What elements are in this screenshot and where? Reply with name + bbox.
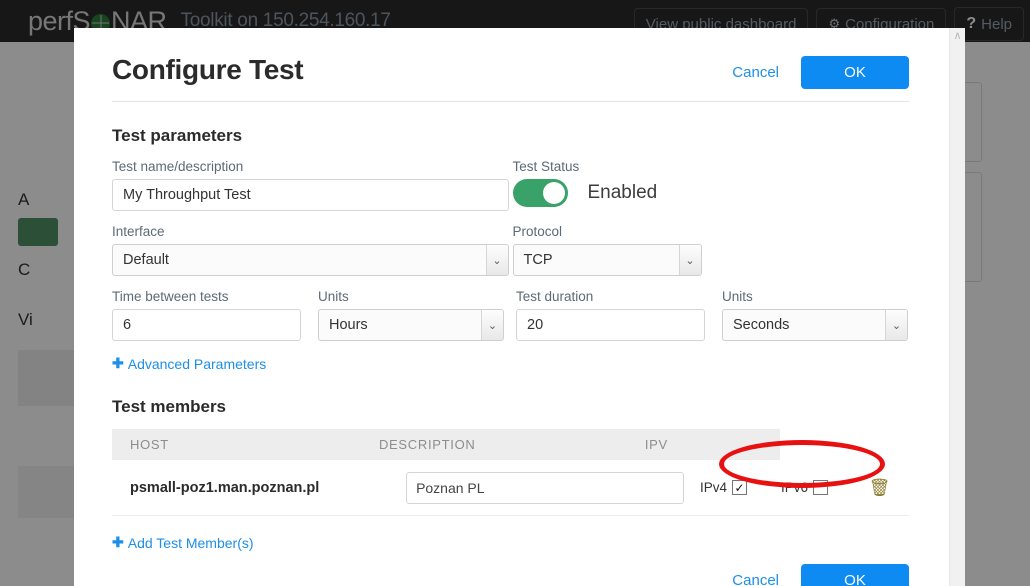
test-duration-label: Test duration [516, 289, 594, 304]
interface-select[interactable]: Default [112, 244, 509, 276]
interface-select-value: Default [123, 252, 169, 268]
test-members-heading: Test members [112, 397, 227, 416]
protocol-select-value: TCP [523, 252, 553, 268]
protocol-select-wrap: TCP ⌄ [512, 244, 702, 276]
time-between-units-label: Units [318, 289, 349, 304]
footer-actions: Cancel OK [112, 564, 909, 586]
table-header-row: HOST DESCRIPTION IPV [112, 429, 780, 460]
ipv4-checkbox-item[interactable]: IPv4 ✓ [700, 480, 747, 495]
test-name-input[interactable] [112, 179, 509, 211]
parameters-row-2: Interface Default ⌄ Protocol TCP ⌄ [112, 211, 909, 276]
page-title: Configure Test [112, 54, 304, 85]
add-test-member-label: Add Test Member(s) [127, 534, 254, 551]
time-between-units-value: Hours [329, 317, 368, 333]
test-status-row: Enabled [512, 179, 910, 207]
test-status-value: Enabled [587, 182, 658, 203]
trash-icon[interactable]: 🗑 [869, 478, 891, 498]
ipv4-label: IPv4 [699, 480, 727, 495]
time-between-units-select[interactable]: Hours [318, 309, 504, 341]
ipv6-checkbox-item[interactable]: IPv6 [781, 480, 829, 495]
member-description-input[interactable] [406, 471, 685, 504]
member-host-name: psmall-poz1.man.poznan.pl [130, 479, 320, 496]
test-duration-units-value: Seconds [733, 317, 790, 333]
member-description-cell [406, 471, 692, 504]
member-host-cell: psmall-poz1.man.poznan.pl [112, 479, 406, 497]
modal-body: Configure Test Cancel OK Test parameters… [74, 28, 949, 586]
modal-scrollbar[interactable]: ∧ [949, 28, 965, 586]
time-between-tests-group: Time between tests [112, 276, 301, 341]
modal-header: Configure Test Cancel OK [112, 54, 909, 102]
column-header-host: HOST [130, 437, 169, 452]
interface-select-wrap: Default ⌄ [112, 244, 509, 276]
test-duration-units-select[interactable]: Seconds [722, 309, 908, 341]
advanced-parameters-link[interactable]: ✚ Advanced Parameters [112, 355, 266, 372]
time-between-units-select-wrap: Hours ⌄ [318, 309, 504, 341]
protocol-field-group: Protocol TCP ⌄ [512, 211, 910, 276]
test-duration-group: Test duration [516, 276, 705, 341]
member-delete-cell: 🗑 [850, 478, 909, 498]
parameters-row-1: Test name/description Test Status Enable… [112, 146, 909, 211]
test-members-table: HOST DESCRIPTION IPV psmall-poz1.man.poz… [112, 429, 909, 516]
cancel-button-top[interactable]: Cancel [728, 62, 783, 83]
ipv-checkbox-group: IPv4 ✓ IPv6 [700, 480, 850, 495]
ipv4-checkbox[interactable]: ✓ [732, 480, 747, 495]
column-header-description: DESCRIPTION [378, 437, 476, 452]
toggle-knob [542, 182, 565, 204]
row-spacer [504, 276, 516, 341]
member-ipv-cell: IPv4 ✓ IPv6 [692, 480, 850, 495]
protocol-label: Protocol [512, 224, 563, 239]
ipv6-checkbox[interactable] [813, 480, 829, 495]
test-duration-input[interactable] [516, 309, 705, 341]
scroll-up-arrow-icon[interactable]: ∧ [953, 31, 961, 42]
parameters-row-3: Time between tests Units Hours ⌄ Test du… [112, 276, 909, 341]
ok-button-top[interactable]: OK [801, 56, 909, 89]
time-between-tests-input[interactable] [112, 309, 301, 341]
header-actions: Cancel OK [728, 56, 909, 89]
interface-label: Interface [112, 224, 165, 239]
test-duration-units-group: Units Seconds ⌄ [722, 276, 908, 341]
protocol-select[interactable]: TCP [512, 244, 702, 276]
interface-field-group: Interface Default ⌄ [112, 211, 509, 276]
add-test-member-link[interactable]: ✚ Add Test Member(s) [112, 534, 254, 551]
advanced-parameters-label: Advanced Parameters [127, 355, 267, 372]
chevron-down-icon[interactable]: ⌄ [678, 245, 701, 275]
time-between-units-group: Units Hours ⌄ [318, 276, 504, 341]
chevron-down-icon[interactable]: ⌄ [485, 245, 508, 275]
configure-test-dialog: ∧ Configure Test Cancel OK Test paramete… [74, 28, 965, 586]
test-name-label: Test name/description [112, 159, 244, 174]
test-status-label: Test Status [512, 159, 580, 174]
ok-button-bottom[interactable]: OK [801, 564, 909, 586]
table-row: psmall-poz1.man.poznan.pl IPv4 ✓ IPv6 [112, 440, 909, 516]
chevron-down-icon[interactable]: ⌄ [481, 310, 503, 340]
ipv6-label: IPv6 [781, 480, 809, 495]
plus-icon: ✚ [112, 534, 124, 550]
test-duration-units-select-wrap: Seconds ⌄ [722, 309, 908, 341]
chevron-down-icon[interactable]: ⌄ [885, 310, 907, 340]
test-status-field-group: Test Status Enabled [512, 146, 910, 211]
cancel-button-bottom[interactable]: Cancel [728, 570, 783, 586]
time-between-tests-label: Time between tests [112, 289, 229, 304]
test-duration-units-label: Units [722, 289, 753, 304]
test-name-field-group: Test name/description [112, 146, 509, 211]
column-header-ipv: IPV [644, 437, 668, 452]
plus-icon: ✚ [112, 355, 124, 371]
test-status-toggle[interactable] [512, 179, 568, 207]
test-parameters-heading: Test parameters [112, 126, 243, 145]
